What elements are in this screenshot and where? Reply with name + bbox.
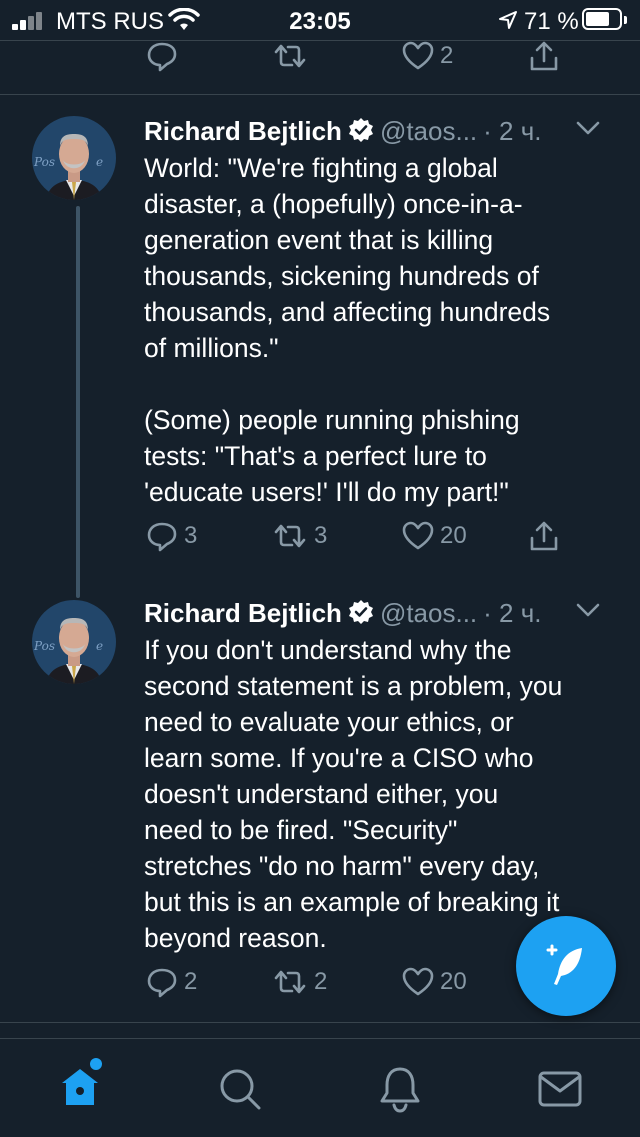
status-bar: MTS RUS 23:05 71 % <box>0 0 640 40</box>
messages-icon <box>538 1071 582 1107</box>
reply-icon <box>147 522 177 552</box>
profile-photo: Pos e <box>32 600 116 684</box>
compose-tweet-button[interactable] <box>516 916 616 1016</box>
tab-home[interactable] <box>58 1057 108 1114</box>
chevron-down-icon[interactable] <box>576 602 600 618</box>
tweet-divider <box>0 1022 640 1023</box>
like-count: 20 <box>440 522 467 549</box>
tweet-header: Richard Bejtlich @taos... · 2 ч. <box>144 116 624 150</box>
tab-messages[interactable] <box>538 1071 582 1112</box>
tweet-text: If you don't understand why the second s… <box>144 635 563 953</box>
retweet-icon <box>274 44 306 68</box>
display-name[interactable]: Richard Bejtlich <box>144 598 342 628</box>
like-count: 2 <box>440 42 454 69</box>
reply-button[interactable] <box>146 40 184 72</box>
compose-feather-icon <box>546 944 582 985</box>
share-icon <box>530 41 558 71</box>
retweet-button[interactable]: 3 <box>272 520 327 552</box>
chevron-down-icon[interactable] <box>576 120 600 136</box>
reply-count: 3 <box>184 522 198 549</box>
avatar[interactable]: Pos e <box>32 116 116 200</box>
svg-text:Pos: Pos <box>33 639 55 653</box>
svg-text:e: e <box>96 155 103 169</box>
reply-button[interactable]: 2 <box>146 966 197 998</box>
heart-icon <box>402 41 434 70</box>
tweet-divider <box>0 94 640 95</box>
svg-text:Pos: Pos <box>33 155 55 169</box>
retweet-button[interactable] <box>272 40 308 72</box>
timestamp: · 2 ч. <box>483 116 542 146</box>
retweet-count: 2 <box>314 968 328 995</box>
reply-icon <box>147 968 177 998</box>
notifications-icon <box>380 1067 420 1113</box>
svg-text:e: e <box>96 639 103 653</box>
verified-badge-icon <box>348 118 373 142</box>
retweet-icon <box>274 524 306 548</box>
tweet-actions: 3 3 20 <box>0 520 640 560</box>
heart-icon <box>402 967 434 996</box>
avatar[interactable]: Pos e <box>32 600 116 684</box>
tweet-text: World: "We're fighting a global disaster… <box>144 153 551 507</box>
search-icon <box>220 1069 261 1110</box>
retweet-icon <box>274 970 306 994</box>
handle[interactable]: @taos... <box>380 598 477 628</box>
profile-photo: Pos e <box>32 116 116 200</box>
reply-count: 2 <box>184 968 198 995</box>
battery-percentage: 71 % <box>524 8 579 35</box>
timestamp: · 2 ч. <box>483 598 542 628</box>
share-icon <box>530 521 558 551</box>
share-button[interactable] <box>528 40 560 72</box>
share-button[interactable] <box>528 520 560 552</box>
battery-icon <box>582 8 627 30</box>
heart-icon <box>402 521 434 550</box>
tweet-header: Richard Bejtlich @taos... · 2 ч. <box>144 598 624 632</box>
previous-tweet-actions: 2 <box>0 40 640 80</box>
verified-badge-icon <box>348 600 373 624</box>
reply-button[interactable]: 3 <box>146 520 197 552</box>
handle[interactable]: @taos... <box>380 116 477 146</box>
like-count: 20 <box>440 968 467 995</box>
home-icon <box>62 1058 102 1105</box>
tab-notifications[interactable] <box>378 1065 422 1118</box>
tab-search[interactable] <box>218 1067 262 1116</box>
display-name[interactable]: Richard Bejtlich <box>144 116 342 146</box>
like-button[interactable]: 20 <box>402 520 467 552</box>
like-button[interactable]: 20 <box>402 966 467 998</box>
tab-bar <box>0 1038 640 1137</box>
reply-icon <box>147 42 177 72</box>
like-button[interactable]: 2 <box>402 40 453 72</box>
retweet-count: 3 <box>314 522 328 549</box>
retweet-button[interactable]: 2 <box>272 966 327 998</box>
location-icon <box>499 11 517 29</box>
